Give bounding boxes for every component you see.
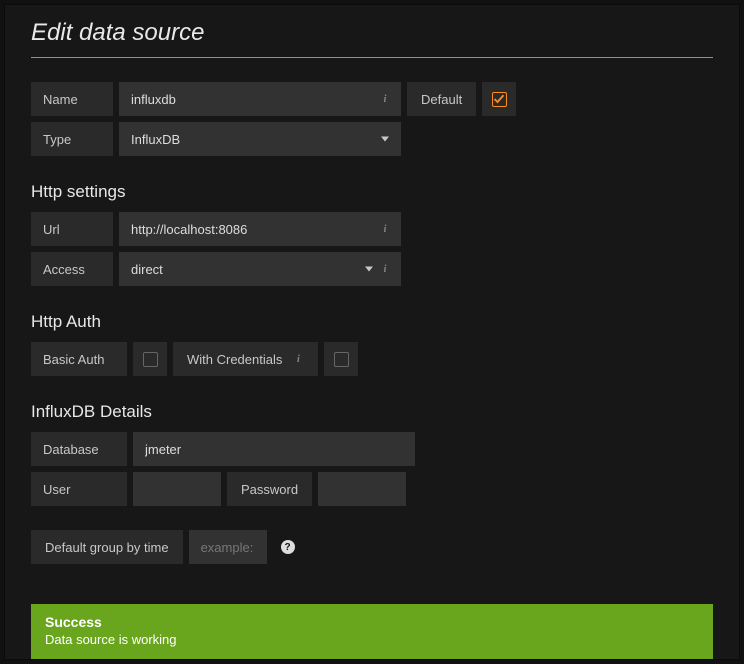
http-auth-heading: Http Auth	[31, 312, 713, 332]
type-label: Type	[31, 122, 113, 156]
access-select[interactable]: direct i	[119, 252, 401, 286]
access-label: Access	[31, 252, 113, 286]
type-value: InfluxDB	[131, 132, 180, 147]
success-alert: Success Data source is working	[31, 604, 713, 659]
user-label: User	[31, 472, 127, 506]
title-divider	[31, 57, 713, 58]
caret-down-icon	[365, 267, 373, 272]
group-by-input-wrap	[189, 530, 267, 564]
password-input[interactable]	[330, 482, 394, 497]
alert-message: Data source is working	[45, 632, 699, 647]
group-by-input[interactable]	[201, 540, 255, 555]
caret-down-icon	[381, 137, 389, 142]
with-credentials-label: With Credentials i	[173, 342, 318, 376]
url-label: Url	[31, 212, 113, 246]
basic-auth-checkbox[interactable]	[133, 342, 167, 376]
info-icon[interactable]: i	[379, 93, 391, 105]
database-input-wrap	[133, 432, 415, 466]
user-input[interactable]	[145, 482, 209, 497]
with-credentials-checkbox[interactable]	[324, 342, 358, 376]
name-input-wrap: i	[119, 82, 401, 116]
url-row: Url i	[31, 212, 713, 246]
url-input[interactable]	[131, 222, 389, 237]
database-label: Database	[31, 432, 127, 466]
group-by-label: Default group by time	[31, 530, 183, 564]
with-credentials-text: With Credentials	[187, 352, 282, 367]
password-input-wrap	[318, 472, 406, 506]
default-label: Default	[407, 82, 476, 116]
default-checkbox[interactable]	[482, 82, 516, 116]
type-row: Type InfluxDB	[31, 122, 713, 156]
url-input-wrap: i	[119, 212, 401, 246]
edit-datasource-panel: Edit data source Name i Default Type Inf…	[4, 4, 740, 660]
database-row: Database	[31, 432, 713, 466]
password-label: Password	[227, 472, 312, 506]
page-title: Edit data source	[31, 19, 713, 47]
basic-auth-label: Basic Auth	[31, 342, 127, 376]
info-icon[interactable]: i	[292, 353, 304, 365]
group-by-help[interactable]: ?	[273, 530, 295, 564]
user-pass-row: User Password	[31, 472, 713, 506]
user-input-wrap	[133, 472, 221, 506]
influxdb-details-heading: InfluxDB Details	[31, 402, 713, 422]
help-icon: ?	[281, 540, 295, 554]
checkmark-icon	[493, 93, 505, 105]
group-by-row: Default group by time ?	[31, 530, 713, 564]
type-select[interactable]: InfluxDB	[119, 122, 401, 156]
database-input[interactable]	[145, 442, 403, 457]
http-settings-heading: Http settings	[31, 182, 713, 202]
access-value: direct	[131, 262, 163, 277]
name-input[interactable]	[131, 92, 389, 107]
info-icon[interactable]: i	[379, 223, 391, 235]
info-icon[interactable]: i	[379, 263, 391, 275]
access-row: Access direct i	[31, 252, 713, 286]
name-label: Name	[31, 82, 113, 116]
http-auth-row: Basic Auth With Credentials i	[31, 342, 713, 376]
name-row: Name i Default	[31, 82, 713, 116]
alert-title: Success	[45, 614, 699, 630]
